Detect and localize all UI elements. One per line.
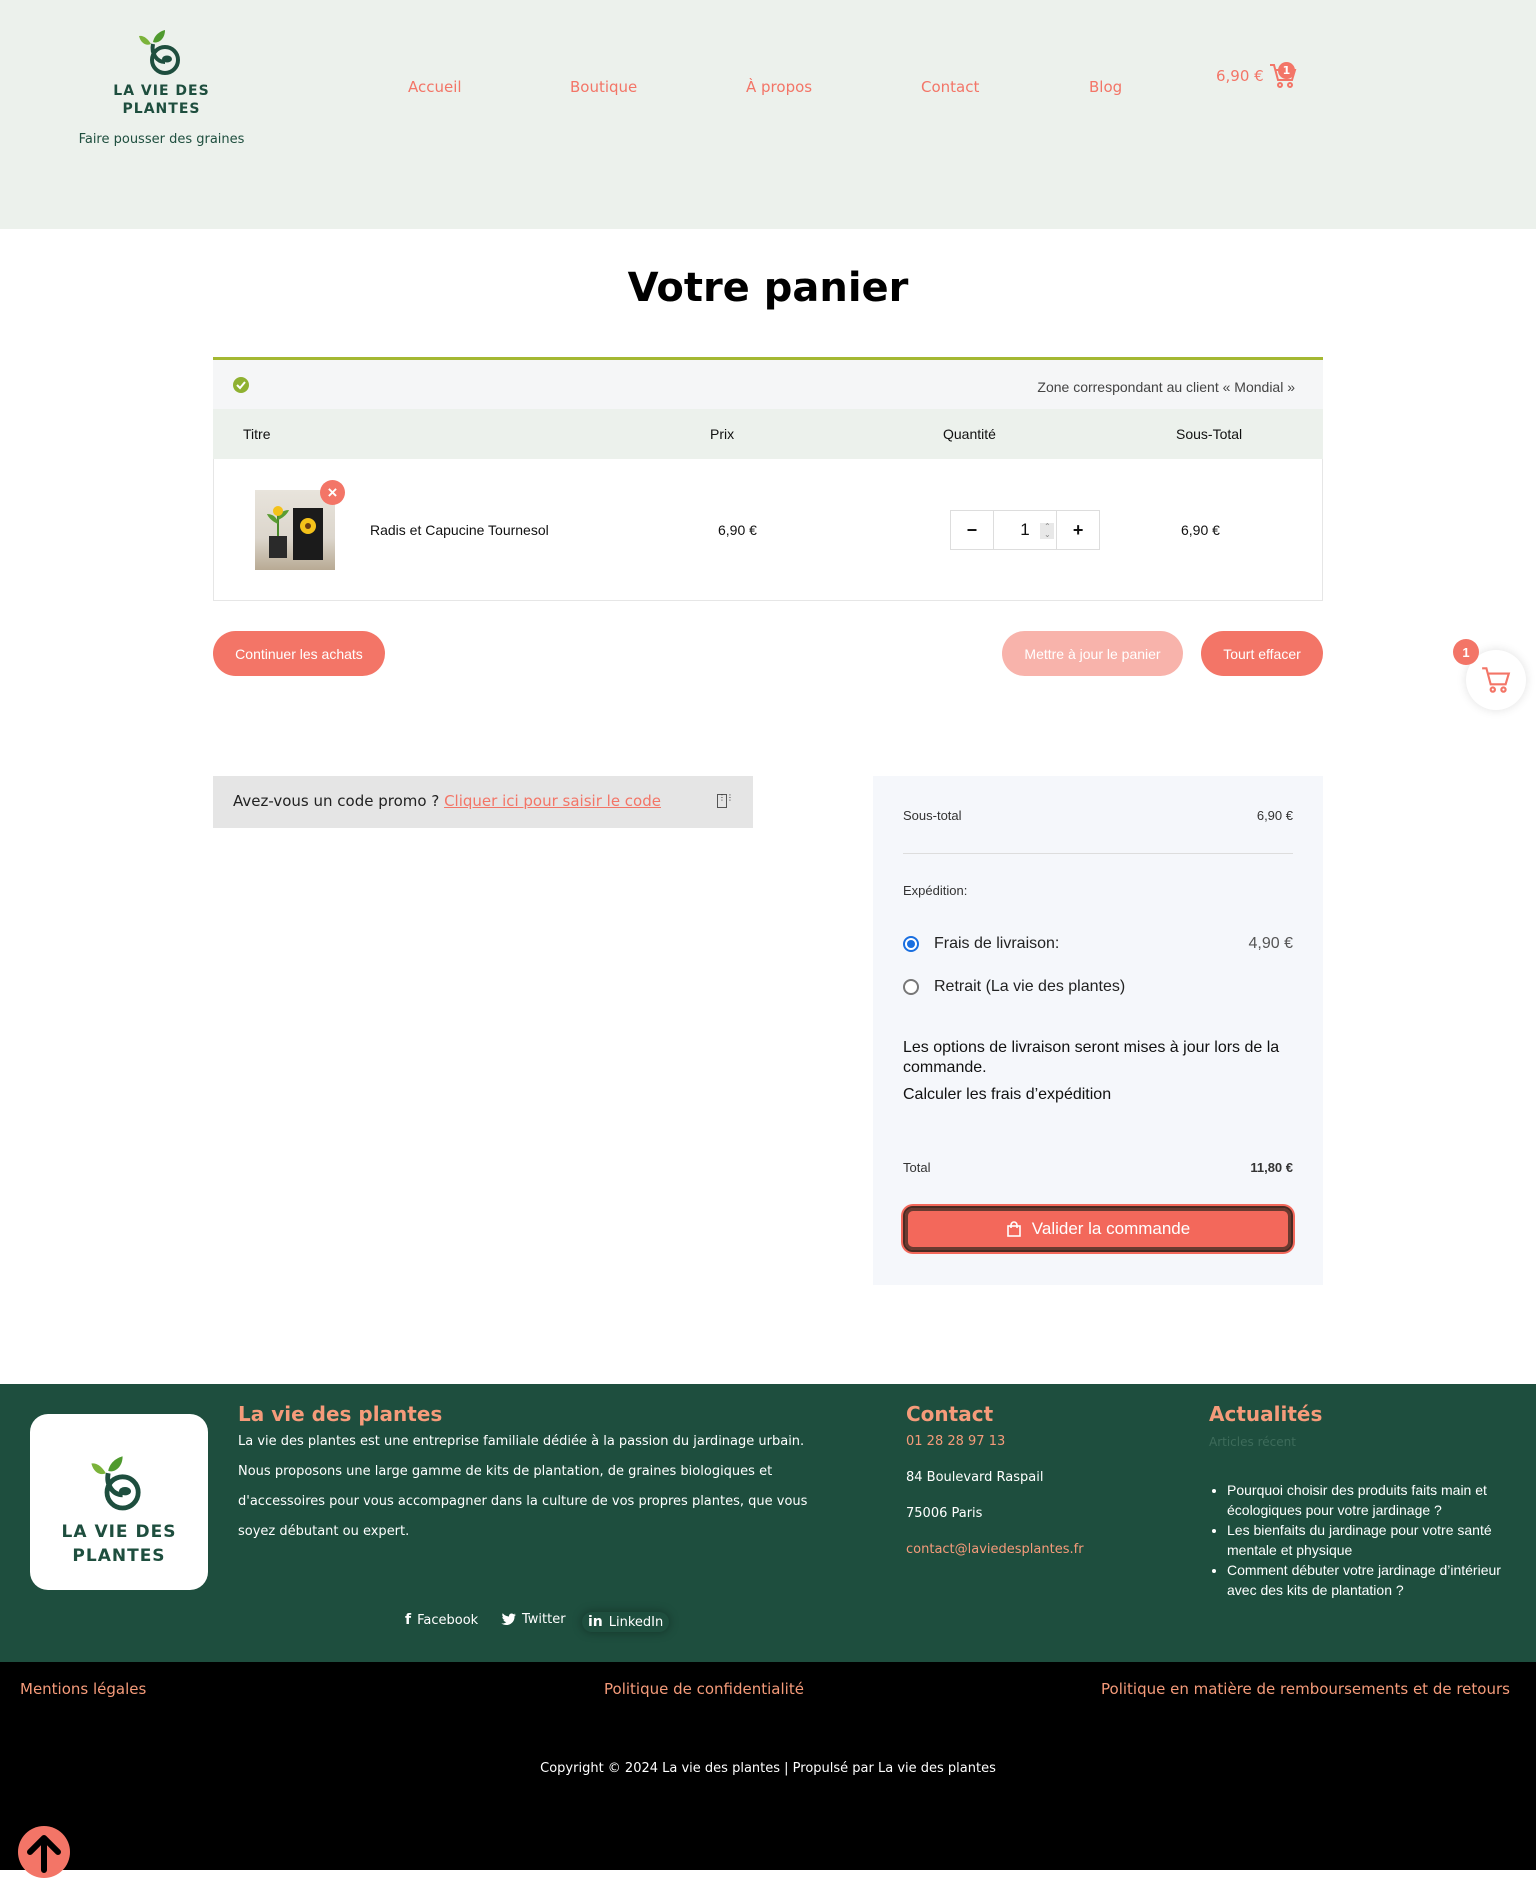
header-cart[interactable]: 6,90 € 1 xyxy=(1216,62,1298,90)
footer-email[interactable]: contact@laviedesplantes.fr xyxy=(906,1535,1084,1565)
shipping-option-delivery-radio[interactable] xyxy=(903,936,919,952)
shopping-bag-icon xyxy=(1006,1221,1021,1237)
divider xyxy=(903,853,1293,854)
footer-logo[interactable]: LA VIE DES PLANTES xyxy=(30,1414,208,1590)
sprout-logo-icon xyxy=(138,30,180,75)
cart-table-header: Titre Prix Quantité Sous-Total xyxy=(213,409,1323,459)
promo-code-link[interactable]: Cliquer ici pour saisir le code xyxy=(444,792,661,810)
col-quantity: Quantité xyxy=(943,426,996,442)
spinner-arrows-icon[interactable]: ⌃ ⌄ xyxy=(1040,523,1055,539)
footer-phone[interactable]: 01 28 28 97 13 xyxy=(906,1427,1005,1457)
col-title: Titre xyxy=(243,426,271,442)
copyright-text: Copyright © 2024 La vie des plantes | Pr… xyxy=(540,1761,996,1776)
product-subtotal: 6,90 € xyxy=(1181,522,1220,538)
page-title: Votre panier xyxy=(627,265,909,311)
shipping-label: Expédition: xyxy=(903,883,968,898)
header-cart-amount: 6,90 € xyxy=(1216,67,1264,85)
site-header: LA VIE DES PLANTES Faire pousser des gra… xyxy=(0,0,1536,229)
facebook-label: Facebook xyxy=(417,1612,479,1628)
footer-about-title: La vie des plantes xyxy=(238,1402,443,1426)
news-item-2[interactable]: Les bienfaits du jardinage pour votre sa… xyxy=(1227,1520,1517,1560)
footer-news-subtitle: Articles récent xyxy=(1209,1435,1296,1449)
nav-contact[interactable]: Contact xyxy=(921,78,979,96)
footer-news-list: Pourquoi choisir des produits faits main… xyxy=(1227,1480,1517,1600)
facebook-icon: f xyxy=(405,1612,412,1628)
cart-icon xyxy=(1482,667,1511,693)
qty-value: 1 xyxy=(1020,520,1030,539)
col-subtotal: Sous-Total xyxy=(1176,426,1243,442)
site-tagline: Faire pousser des graines xyxy=(78,132,245,147)
update-cart-button[interactable]: Mettre à jour le panier xyxy=(1002,631,1183,676)
refund-policy-link[interactable]: Politique en matière de remboursements e… xyxy=(1101,1680,1510,1698)
check-circle-icon xyxy=(233,377,249,393)
bottom-bar: Mentions légales Politique de confidenti… xyxy=(0,1662,1536,1878)
clear-cart-button[interactable]: Tourt effacer xyxy=(1201,631,1323,676)
nav-a-propos[interactable]: À propos xyxy=(746,78,812,96)
promo-text: Avez-vous un code promo ? xyxy=(233,792,445,810)
subtotal-value: 6,90 € xyxy=(1256,808,1293,823)
nav-accueil[interactable]: Accueil xyxy=(408,78,462,96)
notice-text: Zone correspondant au client « Mondial » xyxy=(1037,379,1295,395)
checkout-button[interactable]: Valider la commande xyxy=(903,1206,1293,1252)
floating-cart-count-badge: 1 xyxy=(1453,639,1479,665)
shipping-zone-notice: Zone correspondant au client « Mondial » xyxy=(213,357,1323,409)
shipping-option-pickup-label[interactable]: Retrait (La vie des plantes) xyxy=(934,978,1125,996)
remove-item-button[interactable]: × xyxy=(320,480,345,505)
qty-minus-button[interactable]: − xyxy=(951,511,994,549)
nav-boutique[interactable]: Boutique xyxy=(570,78,637,96)
logo-line-1: LA VIE DES xyxy=(113,83,210,99)
qty-plus-button[interactable]: + xyxy=(1056,511,1099,549)
linkedin-icon: in xyxy=(588,1614,603,1630)
news-item-1[interactable]: Pourquoi choisir des produits faits main… xyxy=(1227,1480,1517,1520)
total-label: Total xyxy=(903,1160,931,1175)
nav-blog[interactable]: Blog xyxy=(1089,78,1122,96)
product-name[interactable]: Radis et Capucine Tournesol xyxy=(370,522,549,538)
legal-link[interactable]: Mentions légales xyxy=(20,1680,146,1698)
linkedin-label: LinkedIn xyxy=(608,1614,664,1630)
site-footer: LA VIE DES PLANTES La vie des plantes La… xyxy=(0,1384,1536,1662)
logo-line-2: PLANTES xyxy=(122,101,201,117)
product-thumbnail[interactable] xyxy=(255,490,335,570)
quantity-stepper: − 1 ⌃ ⌄ + xyxy=(950,510,1100,550)
qty-input[interactable]: 1 ⌃ ⌄ xyxy=(994,511,1057,549)
sprout-logo-icon xyxy=(91,1456,141,1511)
col-price: Prix xyxy=(710,426,735,442)
checkout-button-label: Valider la commande xyxy=(1031,1219,1191,1238)
cart-totals-panel: Sous-total 6,90 € Expédition: Frais de l… xyxy=(873,776,1323,1285)
shipping-option-delivery-price: 4,90 € xyxy=(1248,935,1293,952)
table-row: × Radis et Capucine Tournesol 6,90 € − 1… xyxy=(213,459,1323,601)
twitter-icon xyxy=(501,1613,516,1626)
footer-address-2: 75006 Paris xyxy=(906,1506,983,1521)
news-item-3[interactable]: Comment débuter votre jardinage d’intéri… xyxy=(1227,1560,1517,1600)
facebook-link[interactable]: f Facebook xyxy=(405,1612,478,1628)
footer-address-1: 84 Boulevard Raspail xyxy=(906,1470,1044,1485)
footer-news-title: Actualités xyxy=(1209,1402,1323,1426)
footer-contact-title: Contact xyxy=(906,1402,994,1426)
promo-code-bar: Avez-vous un code promo ? Cliquer ici po… xyxy=(213,776,753,828)
scroll-to-top-button[interactable] xyxy=(18,1826,70,1878)
calculate-shipping-link[interactable]: Calculer les frais d’expédition xyxy=(903,1086,1293,1104)
arrow-up-icon xyxy=(27,1835,61,1873)
footer-logo-line-2: PLANTES xyxy=(72,1546,166,1566)
footer-about-text: La vie des plantes est une entreprise fa… xyxy=(238,1434,808,1539)
total-value: 11,80 € xyxy=(1250,1160,1293,1175)
continue-shopping-button[interactable]: Continuer les achats xyxy=(213,631,385,676)
site-logo[interactable]: LA VIE DES PLANTES Faire pousser des gra… xyxy=(60,28,263,147)
linkedin-link[interactable]: in LinkedIn xyxy=(582,1612,669,1632)
twitter-link[interactable]: Twitter xyxy=(501,1612,566,1627)
shipping-option-delivery-label[interactable]: Frais de livraison: xyxy=(934,935,1059,953)
shipping-info-text: Les options de livraison seront mises à … xyxy=(903,1039,1280,1076)
privacy-link[interactable]: Politique de confidentialité xyxy=(604,1680,804,1698)
drag-handle-icon: ⋮⋮ xyxy=(717,794,734,808)
product-price: 6,90 € xyxy=(718,522,757,538)
shipping-option-pickup-radio[interactable] xyxy=(903,979,919,995)
twitter-label: Twitter xyxy=(522,1612,566,1627)
footer-logo-line-1: LA VIE DES xyxy=(61,1522,177,1542)
header-cart-count-badge: 1 xyxy=(1278,62,1295,79)
subtotal-label: Sous-total xyxy=(903,808,962,823)
